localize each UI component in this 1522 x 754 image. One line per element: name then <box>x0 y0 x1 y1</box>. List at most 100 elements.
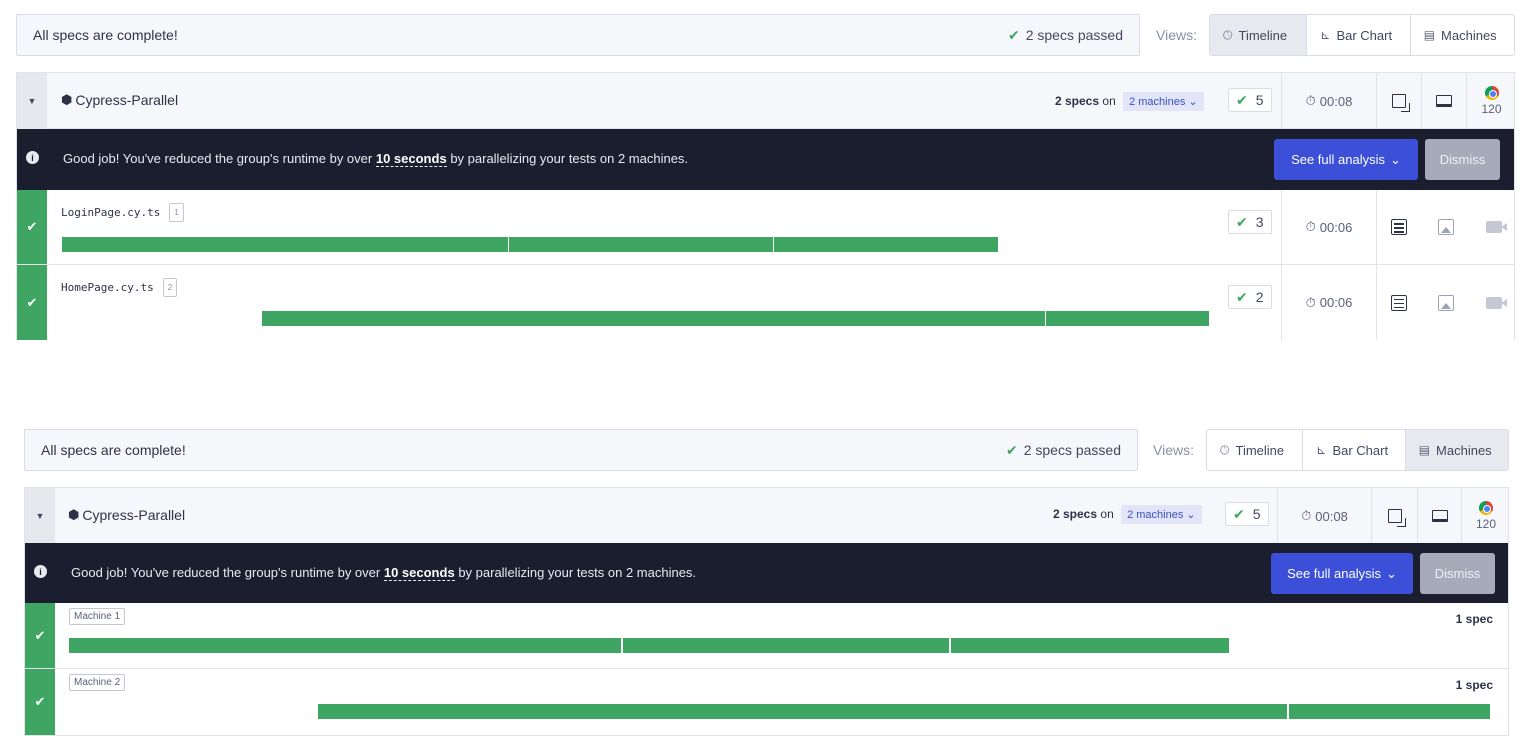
machine-row[interactable]: ✔ Machine 2 1 spec <box>25 669 1508 735</box>
group-browser-cell: 120 <box>1461 488 1510 544</box>
group-passed-value: 5 <box>1255 92 1264 108</box>
run-group: ▼ ⬢ Cypress-Parallel 2 specs on 2 machin… <box>24 487 1509 736</box>
banner-text: Good job! You've reduced the group's run… <box>71 565 697 581</box>
dismiss-label: Dismiss <box>1434 566 1481 581</box>
view-machines-label: Machines <box>1441 27 1497 43</box>
package-icon: ⬢ <box>61 92 73 107</box>
see-full-analysis-button[interactable]: See full analysis ⌄ <box>1274 139 1418 180</box>
collapse-toggle[interactable]: ▼ <box>25 488 55 544</box>
group-name-label: Cypress-Parallel <box>75 92 179 108</box>
group-name: ⬢ Cypress-Parallel <box>61 92 178 108</box>
spec-file-name: HomePage.cy.ts <box>61 281 154 294</box>
spec-passed-value: 3 <box>1255 214 1264 230</box>
test-bar[interactable] <box>262 311 1045 326</box>
screenshot-icon <box>1438 294 1454 311</box>
view-timeline-label: Timeline <box>1235 442 1285 458</box>
chevron-down-icon: ⌄ <box>1386 565 1397 581</box>
view-bar-chart-button[interactable]: ⊾ Bar Chart <box>1307 15 1411 55</box>
run-group: ▼ ⬢ Cypress-Parallel 2 specs on 2 machin… <box>16 72 1515 340</box>
output-icon <box>1391 219 1407 235</box>
group-output-cell[interactable] <box>1376 73 1421 129</box>
spec-file-name: LoginPage.cy.ts <box>61 206 161 219</box>
specs-passed-label: 2 specs passed <box>1025 27 1123 43</box>
test-bar[interactable] <box>1289 704 1490 719</box>
test-bar[interactable] <box>318 704 1287 719</box>
view-timeline-label: Timeline <box>1238 27 1288 43</box>
test-bar[interactable] <box>951 638 1229 653</box>
view-machines-button[interactable]: ▤ Machines <box>1411 15 1514 55</box>
test-bar[interactable] <box>62 237 508 252</box>
screenshot-icon <box>1438 219 1454 235</box>
test-bar[interactable] <box>69 638 621 653</box>
clock-icon: 🕓︎ <box>1223 27 1233 42</box>
dismiss-button[interactable]: Dismiss <box>1425 139 1500 180</box>
group-header: ▼ ⬢ Cypress-Parallel 2 specs on 2 machin… <box>25 488 1508 544</box>
check-icon: ✔ <box>1236 213 1248 230</box>
group-os-cell <box>1421 73 1466 129</box>
spec-index: 1 <box>169 203 184 222</box>
view-timeline-button[interactable]: 🕓︎ Timeline <box>1210 15 1308 55</box>
group-os-cell <box>1417 488 1461 544</box>
test-bar[interactable] <box>623 638 949 653</box>
test-bar[interactable] <box>1046 311 1209 326</box>
clock-icon: 🕓︎ <box>1220 442 1230 457</box>
banner-highlight: 10 seconds <box>375 151 447 167</box>
see-full-analysis-button[interactable]: See full analysis ⌄ <box>1271 553 1413 594</box>
spec-index: 2 <box>162 278 178 297</box>
view-bar-chart-button[interactable]: ⊾ Bar Chart <box>1303 430 1406 470</box>
view-timeline-button[interactable]: 🕓︎ Timeline <box>1207 430 1304 470</box>
spec-row[interactable]: ✔ LoginPage.cy.ts 1 ✔ 3 ⏱︎ 00:06 <box>17 190 1514 265</box>
spec-duration-value: 00:06 <box>1319 219 1353 235</box>
check-icon: ✔ <box>1005 441 1018 458</box>
video-icon <box>1485 296 1507 309</box>
spec-duration: ⏱︎ 00:06 <box>1281 190 1376 264</box>
files-icon <box>1387 509 1406 527</box>
screenshots-cell[interactable] <box>1421 265 1471 340</box>
spec-passed-value: 2 <box>1255 289 1264 305</box>
spec-duration-value: 00:06 <box>1319 295 1353 310</box>
spec-row[interactable]: ✔ HomePage.cy.ts 2 ✔ 2 ⏱︎ 00:06 <box>17 265 1514 340</box>
group-duration: ⏱︎ 00:08 <box>1277 488 1371 544</box>
banner-suffix: by parallelizing your tests on 2 machine… <box>458 565 697 580</box>
chevron-down-icon: ⌄ <box>1390 151 1401 167</box>
bar-chart-icon: ⊾ <box>1320 28 1331 42</box>
video-cell[interactable] <box>1471 190 1516 264</box>
view-bar-chart-label: Bar Chart <box>1332 442 1389 458</box>
machine-row[interactable]: ✔ Machine 1 1 spec <box>25 603 1508 669</box>
group-duration-value: 00:08 <box>1319 93 1353 109</box>
status-bar: All specs are complete! ✔ 2 specs passed <box>24 429 1138 471</box>
group-duration: ⏱︎ 00:08 <box>1281 73 1376 129</box>
machines-icon: ▤ <box>1423 28 1436 42</box>
status-bar: All specs are complete! ✔ 2 specs passed <box>16 14 1140 56</box>
dismiss-button[interactable]: Dismiss <box>1420 553 1495 594</box>
view-bar-chart-label: Bar Chart <box>1336 27 1393 43</box>
specs-passed-label: 2 specs passed <box>1023 442 1121 458</box>
collapse-toggle[interactable]: ▼ <box>17 73 47 129</box>
machines-dropdown[interactable]: 2 machines ⌄ <box>1123 92 1204 111</box>
see-full-analysis-label: See full analysis <box>1287 566 1382 581</box>
test-bar[interactable] <box>774 237 998 252</box>
group-name: ⬢ Cypress-Parallel <box>68 507 185 523</box>
video-cell[interactable] <box>1471 265 1516 340</box>
group-output-cell[interactable] <box>1371 488 1417 544</box>
screenshots-cell[interactable] <box>1421 190 1471 264</box>
spec-file: LoginPage.cy.ts 1 <box>61 203 184 222</box>
check-icon: ✔ <box>1236 288 1248 305</box>
machines-dropdown[interactable]: 2 machines ⌄ <box>1121 505 1202 524</box>
group-header: ▼ ⬢ Cypress-Parallel 2 specs on 2 machin… <box>17 73 1514 129</box>
group-on: on <box>1100 507 1114 521</box>
views-switcher: 🕓︎ Timeline ⊾ Bar Chart ▤ Machines <box>1209 14 1515 56</box>
view-machines-button[interactable]: ▤ Machines <box>1405 430 1508 470</box>
output-cell[interactable] <box>1376 265 1421 340</box>
banner-text: Good job! You've reduced the group's run… <box>63 151 688 167</box>
info-icon: i <box>34 565 47 578</box>
specs-passed: ✔ 2 specs passed <box>1006 442 1121 459</box>
views-label: Views: <box>1153 442 1194 458</box>
status-message: All specs are complete! <box>33 27 178 43</box>
check-icon: ✔ <box>25 669 55 735</box>
status-message: All specs are complete! <box>41 442 186 458</box>
info-icon: i <box>26 151 39 164</box>
test-bar[interactable] <box>509 237 773 252</box>
banner-prefix: Good job! You've reduced the group's run… <box>71 565 381 580</box>
output-cell[interactable] <box>1376 190 1421 264</box>
